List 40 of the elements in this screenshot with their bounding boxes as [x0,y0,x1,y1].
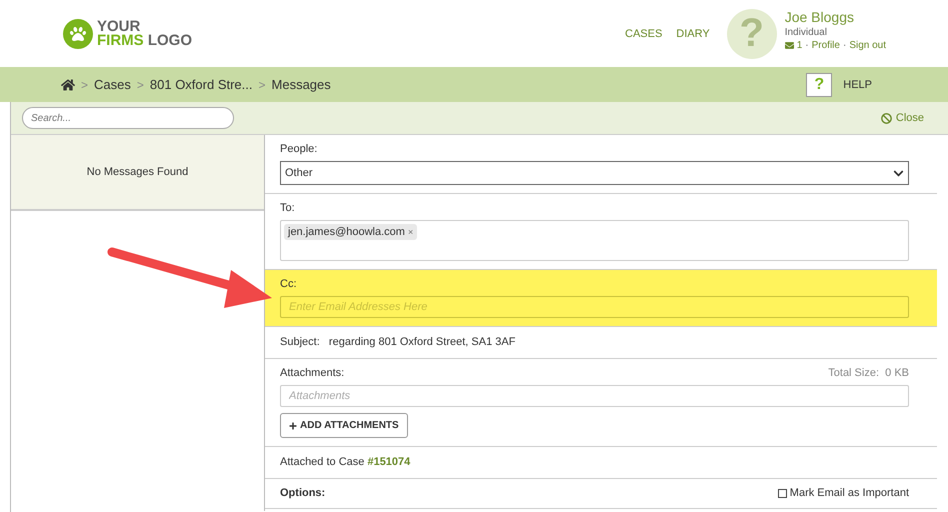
nav-link[interactable]: DIARY [676,28,710,40]
search-field[interactable]: Search... [22,107,234,129]
breadcrumb-separator: > [258,78,266,92]
user-name: Joe Bloggs [784,8,855,24]
ban-icon [880,112,892,124]
breadcrumb-separator: > [81,78,88,92]
add-attachments-button[interactable]: ADD ATTACHMENTS [280,413,408,438]
user-role: Individual [784,26,828,38]
total-size: Total Size: 0 KB [828,367,909,379]
field-label: People: [280,143,318,155]
link-separator: · [842,40,846,50]
user-link[interactable]: Sign out [849,40,886,50]
people-select[interactable]: Other [280,161,909,185]
chevron-down-icon [893,168,904,178]
breadcrumb-item[interactable]: 801 Oxford Stre... [150,77,252,92]
envelope-icon [784,40,794,50]
field-label: To: [280,202,296,214]
logo-text: YOUR FIRMS LOGO [97,20,192,48]
breadcrumb-item[interactable]: Messages [272,77,331,92]
nav-link[interactable]: CASES [625,28,662,40]
case-text: Attached to Case #151074 [280,456,412,468]
recipient-tag[interactable]: jen.james@hoowla.com × [284,224,418,240]
subject-text: Subject: regarding 801 Oxford Street, SA1 3AF [280,336,516,348]
checkbox[interactable] [778,488,787,498]
home-icon[interactable] [61,78,75,92]
to-field[interactable]: jen.james@hoowla.com × [280,220,909,261]
avatar: ? [726,8,777,58]
empty-message: No Messages Found [11,135,264,211]
help-label[interactable]: HELP [843,78,872,90]
breadcrumb-separator: > [136,78,144,92]
link-separator: · [805,40,809,50]
logo-icon [63,18,93,48]
breadcrumb-item[interactable]: Cases [94,77,131,92]
message-count[interactable]: 1 [796,40,802,50]
checkbox-label: Mark Email as Important [790,487,909,499]
plus-icon [289,422,297,430]
field-label: Cc: [280,278,298,290]
user-link[interactable]: Profile [812,40,840,50]
field-label: Attachments: [280,367,344,379]
options-label: Options: [280,487,326,499]
